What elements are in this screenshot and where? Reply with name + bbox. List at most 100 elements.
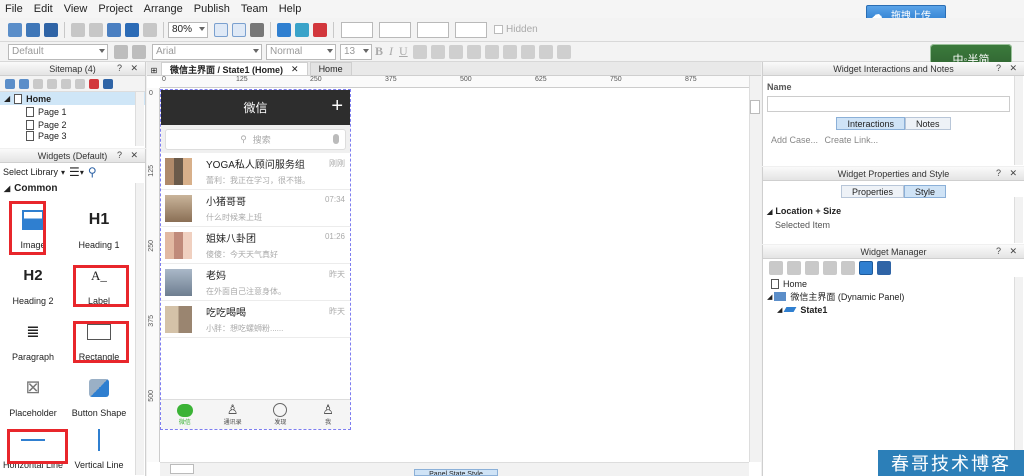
tab-style[interactable]: Style	[904, 185, 947, 198]
save-icon[interactable]	[44, 22, 58, 37]
nav-discover[interactable]: 发现	[257, 400, 305, 429]
manager-item-home[interactable]: Home	[763, 277, 1024, 290]
close-icon[interactable]: ✕	[291, 64, 299, 75]
properties-scrollbar[interactable]	[1014, 197, 1023, 243]
undo-icon[interactable]	[125, 22, 139, 37]
add-page-icon[interactable]	[5, 78, 15, 89]
format-painter-icon[interactable]	[114, 44, 128, 59]
italic-icon[interactable]: I	[389, 44, 393, 59]
paste-icon[interactable]	[107, 22, 121, 37]
preview-icon[interactable]	[277, 22, 291, 37]
move-up-icon[interactable]	[805, 261, 819, 275]
pane-controls[interactable]: ? ✕	[117, 63, 141, 74]
weight-select[interactable]: Normal	[266, 43, 336, 60]
dynamic-panel-phone[interactable]: 微信 + ⚲ 搜索 YOGA私人顾问服务组 蕾利：我正在学习，很不错。 刚刚 小猪…	[160, 89, 351, 430]
widget-heading-2[interactable]: H2 Heading 2	[0, 255, 66, 309]
duplicate-icon[interactable]	[787, 261, 801, 275]
collapse-icon[interactable]: ◢	[767, 293, 772, 301]
widget-category[interactable]: ◢ Common	[0, 181, 145, 195]
tab-dynamic-panel-state[interactable]: 微信主界面 / State1 (Home) ✕	[161, 62, 308, 75]
tab-home[interactable]: Home	[309, 62, 352, 75]
chat-row[interactable]: YOGA私人顾问服务组 蕾利：我正在学习，很不错。 刚刚	[161, 153, 350, 190]
indent-icon[interactable]	[61, 78, 71, 89]
tab-properties[interactable]: Properties	[840, 185, 904, 198]
w-field[interactable]	[417, 21, 449, 38]
bullet-icon[interactable]	[412, 44, 427, 59]
nav-chats[interactable]: 微信	[161, 400, 209, 429]
move-down-icon[interactable]	[823, 261, 837, 275]
scroll-thumb[interactable]	[170, 464, 194, 474]
pane-controls[interactable]: ? ✕	[117, 150, 141, 161]
tab-interactions[interactable]: Interactions	[836, 117, 905, 130]
tab-notes[interactable]: Notes	[905, 117, 951, 130]
move-down-icon[interactable]	[47, 78, 57, 89]
pane-controls[interactable]: ? ✕	[996, 168, 1020, 179]
y-field[interactable]	[379, 21, 411, 38]
select-icon[interactable]	[214, 22, 228, 37]
style-editor-icon[interactable]	[132, 44, 146, 59]
search-input[interactable]: ⚲ 搜索	[165, 128, 346, 150]
sitemap-scrollbar[interactable]	[135, 92, 144, 146]
connector-icon[interactable]	[250, 22, 264, 37]
border-color-icon[interactable]	[520, 44, 535, 59]
menu-edit[interactable]: Edit	[29, 3, 59, 15]
align-right-icon[interactable]	[466, 44, 481, 59]
new-icon[interactable]	[8, 22, 22, 37]
h-field[interactable]	[455, 21, 487, 38]
align-center-icon[interactable]	[448, 44, 463, 59]
microphone-icon[interactable]	[333, 133, 339, 144]
tree-item-page-1[interactable]: Page 1	[0, 105, 145, 118]
chat-row[interactable]: 老妈 在外面自己注意身体。 昨天	[161, 264, 350, 301]
scroll-thumb[interactable]	[750, 100, 760, 114]
location-size-section[interactable]: ◢ Location + Size	[763, 198, 1024, 216]
bold-icon[interactable]: B	[375, 44, 383, 59]
menu-publish[interactable]: Publish	[189, 3, 236, 15]
style-select[interactable]: Default	[8, 43, 108, 60]
canvas-vertical-scrollbar[interactable]	[749, 76, 761, 462]
menu-icon[interactable]: ☰	[69, 165, 80, 179]
chat-row[interactable]: 姐妹八卦团 傻傻：今天天气真好 01:26	[161, 227, 350, 264]
redo-icon[interactable]	[143, 22, 157, 37]
align-left-icon[interactable]	[430, 44, 445, 59]
edit-icon[interactable]	[841, 261, 855, 275]
manager-item-panel[interactable]: ◢ 微信主界面 (Dynamic Panel)	[763, 290, 1024, 303]
tree-item-home[interactable]: ◢ Home	[0, 92, 145, 105]
menu-team[interactable]: Team	[236, 3, 274, 15]
menu-view[interactable]: View	[59, 3, 94, 15]
chat-row[interactable]: 吃吃喝喝 小胖：想吃螺蛳粉...... 昨天	[161, 301, 350, 338]
font-color-icon[interactable]	[484, 44, 499, 59]
x-field[interactable]	[341, 21, 373, 38]
pane-controls[interactable]: ? ✕	[996, 246, 1020, 257]
share-icon[interactable]	[295, 22, 309, 37]
menu-project[interactable]: Project	[93, 3, 138, 15]
widget-placeholder[interactable]: ⊠ Placeholder	[0, 367, 66, 421]
pane-controls[interactable]: ? ✕	[996, 63, 1020, 74]
widget-heading-1[interactable]: H1 Heading 1	[66, 199, 132, 253]
add-state-icon[interactable]	[769, 261, 783, 275]
create-link-link[interactable]: Create Link...	[825, 135, 879, 145]
outdent-icon[interactable]	[75, 78, 85, 89]
open-icon[interactable]	[26, 22, 40, 37]
fill-color-icon[interactable]	[502, 44, 517, 59]
chevron-down-icon[interactable]: ▾	[80, 168, 84, 177]
hidden-checkbox[interactable]	[494, 25, 503, 34]
add-folder-icon[interactable]	[19, 78, 29, 89]
intersect-select-icon[interactable]	[232, 22, 246, 37]
panel-state-style-tab[interactable]: Panel State Style	[414, 469, 498, 476]
widget-button-shape[interactable]: Button Shape	[66, 367, 132, 421]
filter-icon[interactable]	[859, 261, 873, 275]
publish-icon[interactable]	[313, 22, 327, 37]
add-case-link[interactable]: Add Case...	[771, 135, 818, 145]
underline-icon[interactable]: U	[399, 44, 408, 59]
cut-icon[interactable]	[71, 22, 85, 37]
arrow-style-icon[interactable]	[556, 44, 571, 59]
chat-row[interactable]: 小猪哥哥 什么时候来上班 07:34	[161, 190, 350, 227]
widget-paragraph[interactable]: ≣ Paragraph	[0, 311, 66, 365]
size-select[interactable]: 13	[340, 43, 372, 60]
collapse-icon[interactable]: ◢	[4, 94, 10, 103]
search-pages-icon[interactable]	[103, 78, 113, 89]
move-up-icon[interactable]	[33, 78, 43, 89]
copy-icon[interactable]	[89, 22, 103, 37]
widgets-scrollbar[interactable]	[135, 183, 144, 475]
line-weight-icon[interactable]	[538, 44, 553, 59]
